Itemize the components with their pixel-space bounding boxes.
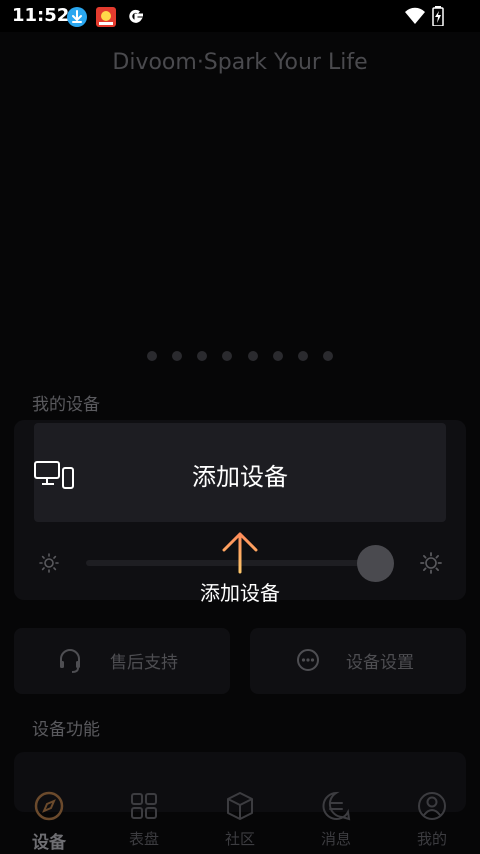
carousel-dot[interactable]	[222, 351, 233, 361]
message-icon	[306, 790, 366, 822]
my-devices-title: 我的设备	[32, 395, 100, 415]
nav-community-label: 社区	[224, 830, 255, 848]
device-settings-button[interactable]: 设备设置	[250, 628, 466, 694]
nav-messages[interactable]: 消息	[306, 790, 366, 849]
carousel-dot[interactable]	[322, 351, 333, 361]
brand-tagline: Divoom·Spark Your Life	[112, 50, 368, 75]
after-sales-label: 售后支持	[110, 653, 178, 673]
nav-me[interactable]: 我的	[402, 790, 462, 849]
device-features-title: 设备功能	[32, 720, 100, 740]
battery-charging-icon	[432, 6, 444, 30]
after-sales-support-button[interactable]: 售后支持	[14, 628, 230, 694]
clock: 11:52	[12, 5, 70, 26]
up-arrow-icon	[220, 530, 260, 578]
wifi-icon	[404, 6, 426, 30]
carousel-dot[interactable]	[247, 351, 258, 361]
add-device-button[interactable]: 添加设备	[34, 423, 446, 522]
add-device-label: 添加设备	[192, 463, 288, 491]
nav-community[interactable]: 社区	[210, 790, 270, 849]
carousel-dot[interactable]	[272, 351, 283, 361]
compass-icon	[19, 790, 79, 822]
more-circle-icon	[296, 648, 320, 676]
brightness-high-icon	[420, 552, 442, 574]
carousel-dot[interactable]	[147, 351, 158, 361]
nav-watchface-label: 表盘	[128, 830, 159, 848]
device-settings-label: 设备设置	[346, 653, 414, 673]
google-icon	[125, 6, 147, 28]
carousel-indicator	[0, 346, 480, 365]
nav-watchface[interactable]: 表盘	[114, 790, 174, 849]
bottom-navigation: 设备 表盘 社区 消息 我的	[0, 780, 480, 854]
status-bar: 11:52	[0, 0, 480, 32]
profile-icon	[402, 790, 462, 822]
guide-hint-label: 添加设备	[200, 581, 280, 605]
app-notification-icon	[95, 6, 117, 28]
headset-icon	[58, 648, 82, 678]
download-icon	[66, 6, 88, 28]
carousel-dot[interactable]	[297, 351, 308, 361]
brightness-low-icon	[38, 552, 60, 574]
nav-messages-label: 消息	[320, 830, 351, 848]
nav-device-label: 设备	[32, 833, 66, 853]
nav-device[interactable]: 设备	[19, 790, 79, 853]
grid-icon	[114, 790, 174, 822]
nav-me-label: 我的	[416, 830, 447, 848]
carousel-dot[interactable]	[172, 351, 183, 361]
carousel-dot[interactable]	[197, 351, 208, 361]
cube-icon	[210, 790, 270, 822]
